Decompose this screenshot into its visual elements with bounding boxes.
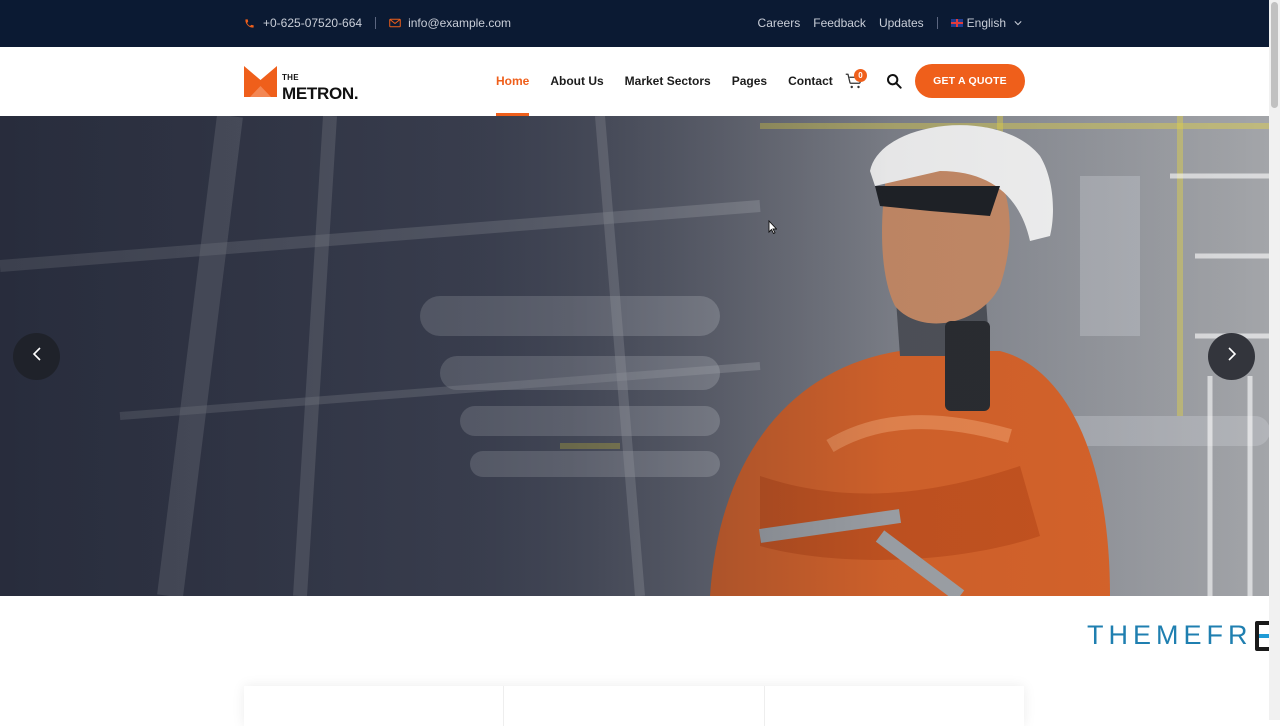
get-a-quote-button[interactable]: GET A QUOTE <box>915 64 1025 98</box>
careers-link[interactable]: Careers <box>758 16 801 30</box>
logo-big-text: METRON. <box>282 85 358 102</box>
envelope-icon <box>389 18 401 28</box>
chevron-right-icon <box>1227 347 1237 366</box>
hero-slider <box>0 116 1269 596</box>
nav-market-sectors[interactable]: Market Sectors <box>625 47 711 116</box>
nav-pages[interactable]: Pages <box>732 47 767 116</box>
logo-small-text: THE <box>282 74 358 82</box>
slider-prev-button[interactable] <box>13 333 60 380</box>
feedback-link[interactable]: Feedback <box>813 16 866 30</box>
feature-cards <box>244 686 1024 726</box>
feature-card <box>504 686 764 726</box>
brand-text: THEMEFR <box>1087 620 1253 651</box>
hero-overlay <box>0 116 1269 596</box>
language-label: English <box>967 16 1006 30</box>
chevron-left-icon <box>32 347 42 366</box>
divider <box>375 17 376 29</box>
page-scrollbar[interactable] <box>1269 0 1280 720</box>
top-links: Careers Feedback Updates English <box>745 16 1022 30</box>
scrollbar-thumb[interactable] <box>1271 2 1278 108</box>
phone-number: +0-625-07520-664 <box>263 16 362 30</box>
slider-next-button[interactable] <box>1208 333 1255 380</box>
cart-count-badge: 0 <box>854 69 867 82</box>
feature-card <box>765 686 1024 726</box>
mouse-cursor-icon <box>768 220 777 239</box>
email-link[interactable]: info@example.com <box>389 16 511 30</box>
search-icon[interactable] <box>886 73 902 94</box>
top-bar: +0-625-07520-664 info@example.com Career… <box>0 0 1269 47</box>
site-logo[interactable]: THE METRON. <box>244 66 358 102</box>
themefree-brand-logo: THEMEFR <box>1087 620 1280 651</box>
phone-icon <box>244 18 255 29</box>
feature-card <box>244 686 504 726</box>
uk-flag-icon <box>951 19 963 27</box>
nav-home[interactable]: Home <box>496 47 529 116</box>
email-address: info@example.com <box>408 16 511 30</box>
updates-link[interactable]: Updates <box>879 16 924 30</box>
language-selector[interactable]: English <box>951 16 1022 30</box>
main-header: THE METRON. Home About Us Market Sectors… <box>0 47 1269 116</box>
logo-mark-icon <box>244 66 277 102</box>
divider <box>937 17 938 29</box>
chevron-down-icon <box>1014 20 1022 26</box>
nav-about-us[interactable]: About Us <box>550 47 603 116</box>
main-nav: Home About Us Market Sectors Pages Conta… <box>496 47 854 116</box>
nav-contact[interactable]: Contact <box>788 47 833 116</box>
phone-link[interactable]: +0-625-07520-664 <box>244 16 362 30</box>
contact-info: +0-625-07520-664 info@example.com <box>244 16 511 30</box>
